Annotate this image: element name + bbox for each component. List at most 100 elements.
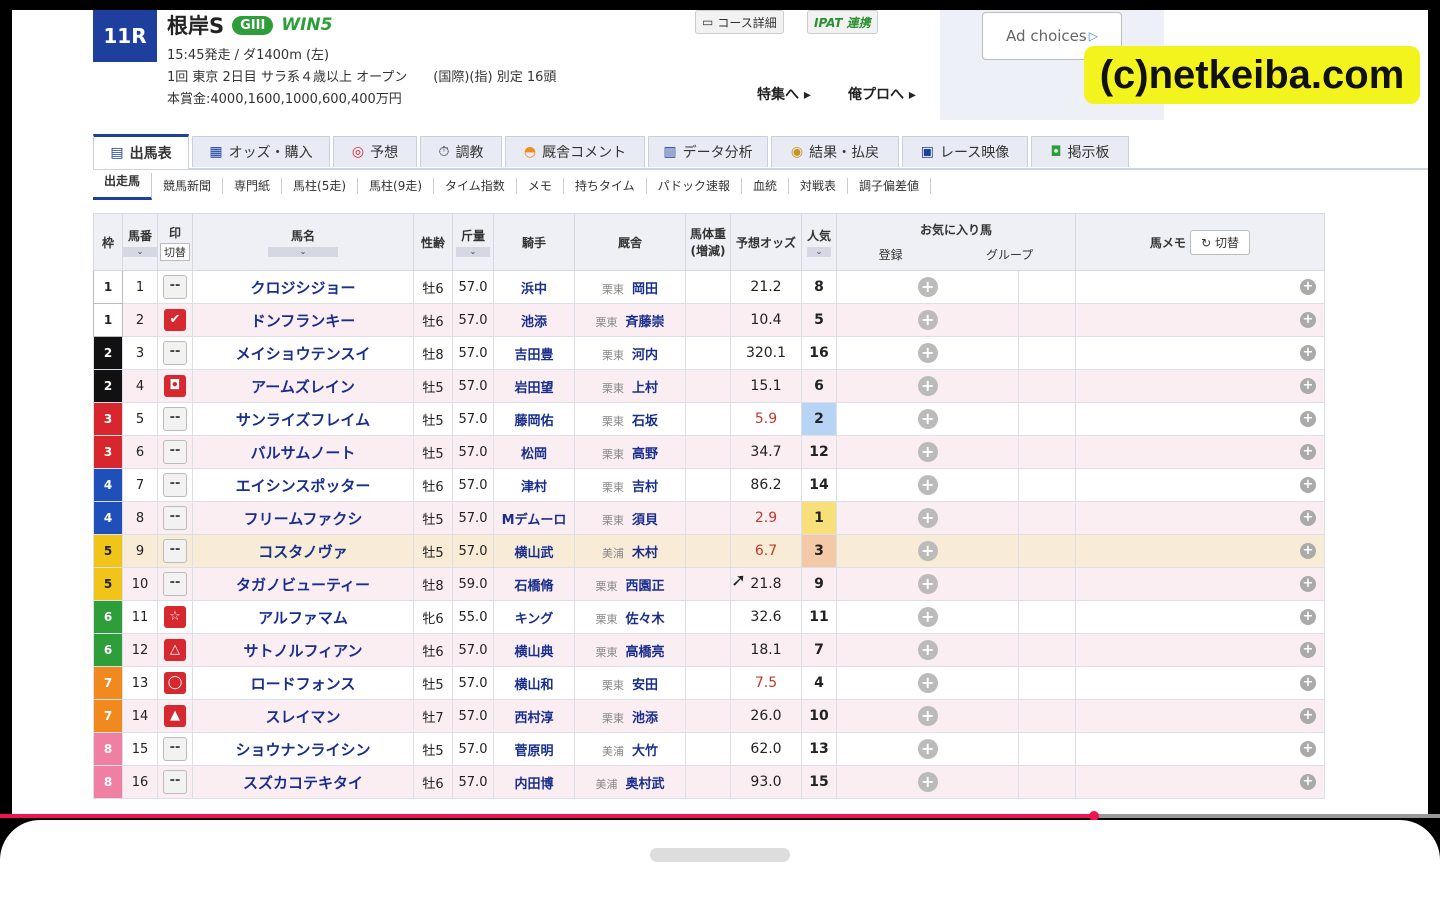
horse-name-link[interactable]: クロジシジョー — [192, 270, 414, 304]
subtab-specialist[interactable]: 専門紙 — [223, 178, 283, 194]
add-favorite-icon[interactable]: + — [917, 409, 938, 429]
add-favorite-icon[interactable]: + — [917, 277, 938, 297]
trainer-link[interactable]: 大竹 — [632, 744, 658, 759]
tab-training[interactable]: ⏱ 調教 — [420, 136, 502, 167]
mark-badge[interactable]: -- — [163, 440, 187, 464]
subtab-pedigree[interactable]: 血統 — [742, 178, 789, 194]
add-memo-icon[interactable]: + — [1300, 279, 1316, 295]
add-memo-icon[interactable]: + — [1300, 741, 1316, 757]
pro-link[interactable]: 俺プロへ ▸ — [848, 84, 916, 104]
jockey-link[interactable]: 吉田豊 — [493, 336, 575, 370]
mark-badge[interactable]: ◯ — [164, 672, 186, 694]
add-favorite-icon[interactable]: + — [917, 772, 938, 792]
add-memo-icon[interactable]: + — [1300, 345, 1316, 361]
header-weight[interactable]: 斤量 ⌄ — [452, 213, 494, 271]
horse-name-link[interactable]: サンライズフレイム — [192, 402, 414, 436]
trainer-link[interactable]: 吉村 — [632, 480, 658, 495]
mark-cell[interactable]: ▲ — [157, 699, 193, 733]
subtab-matchup[interactable]: 対戦表 — [789, 178, 848, 194]
horse-name-link[interactable]: フリームファクシ — [192, 501, 414, 535]
tab-odds[interactable]: ▦ オッズ・購入 — [192, 136, 330, 167]
jockey-link[interactable]: 浜中 — [493, 270, 575, 304]
add-memo-icon[interactable]: + — [1300, 642, 1316, 658]
mark-cell[interactable]: -- — [157, 732, 193, 766]
mark-cell[interactable]: -- — [157, 501, 193, 535]
trainer-link[interactable]: 岡田 — [632, 282, 658, 297]
horse-name-link[interactable]: メイショウテンスイ — [192, 336, 414, 370]
trainer-link[interactable]: 佐々木 — [625, 612, 664, 627]
add-favorite-icon[interactable]: + — [917, 541, 938, 561]
tab-data-analysis[interactable]: ▥ データ分析 — [648, 136, 768, 167]
sort-icon[interactable]: ⌄ — [268, 247, 338, 257]
subtab-memo[interactable]: メモ — [517, 178, 564, 194]
mark-cell[interactable]: -- — [157, 336, 193, 370]
add-favorite-icon[interactable]: + — [917, 673, 938, 693]
jockey-link[interactable]: Mデムーロ — [493, 501, 575, 535]
mark-badge[interactable]: -- — [163, 572, 187, 596]
add-favorite-icon[interactable]: + — [917, 640, 938, 660]
sort-icon[interactable]: ⌄ — [456, 247, 490, 257]
horse-name-link[interactable]: ロードフォンス — [192, 666, 414, 700]
trainer-link[interactable]: 河内 — [632, 348, 658, 363]
subtab-newspaper[interactable]: 競馬新聞 — [152, 178, 224, 194]
add-favorite-icon[interactable]: + — [917, 376, 938, 396]
mark-cell[interactable]: ☆ — [157, 600, 193, 634]
mark-cell[interactable]: ◯ — [157, 666, 193, 700]
jockey-link[interactable]: 横山典 — [493, 633, 575, 667]
mark-badge[interactable]: ☆ — [164, 606, 186, 628]
mark-badge[interactable]: -- — [163, 770, 187, 794]
horse-name-link[interactable]: ドンフランキー — [192, 303, 414, 337]
add-memo-icon[interactable]: + — [1300, 675, 1316, 691]
sort-icon[interactable]: ⌄ — [807, 247, 831, 257]
video-progress-bar[interactable] — [0, 811, 1440, 821]
tab-race-video[interactable]: ▣ レース映像 — [902, 136, 1028, 167]
mark-badge[interactable]: -- — [163, 407, 187, 431]
add-favorite-icon[interactable]: + — [917, 706, 938, 726]
mark-badge[interactable]: ▲ — [164, 705, 186, 727]
mark-cell[interactable]: -- — [157, 765, 193, 799]
trainer-link[interactable]: 斉藤崇 — [625, 315, 664, 330]
tab-prediction[interactable]: ◎ 予想 — [333, 136, 417, 167]
mark-badge[interactable]: -- — [163, 341, 187, 365]
add-favorite-icon[interactable]: + — [917, 508, 938, 528]
ipat-link-button[interactable]: IPAT 連携 — [807, 10, 878, 34]
add-memo-icon[interactable]: + — [1300, 378, 1316, 394]
subtab-past9[interactable]: 馬柱(9走) — [358, 178, 435, 194]
trainer-link[interactable]: 須貝 — [632, 513, 658, 528]
jockey-link[interactable]: 横山武 — [493, 534, 575, 568]
header-name[interactable]: 馬名 ⌄ — [192, 213, 414, 271]
add-memo-icon[interactable]: + — [1300, 609, 1316, 625]
tab-entries[interactable]: ▤ 出馬表 — [93, 134, 189, 169]
course-detail-button[interactable]: ▭ コース詳細 — [695, 10, 784, 34]
add-memo-icon[interactable]: + — [1300, 477, 1316, 493]
mark-cell[interactable]: ✔ — [157, 303, 193, 337]
add-memo-icon[interactable]: + — [1300, 774, 1316, 790]
memo-toggle-button[interactable]: ↻ 切替 — [1190, 229, 1251, 255]
tab-board[interactable]: ◘ 掲示板 — [1031, 136, 1129, 167]
jockey-link[interactable]: 池添 — [493, 303, 575, 337]
mark-cell[interactable]: ◘ — [157, 369, 193, 403]
horse-name-link[interactable]: サトノルフィアン — [192, 633, 414, 667]
mark-badge[interactable]: -- — [163, 275, 187, 299]
horse-name-link[interactable]: スレイマン — [192, 699, 414, 733]
jockey-link[interactable]: 石橋脩 — [493, 567, 575, 601]
special-feature-link[interactable]: 特集へ ▸ — [757, 84, 811, 104]
jockey-link[interactable]: 菅原明 — [493, 732, 575, 766]
add-favorite-icon[interactable]: + — [917, 310, 938, 330]
tab-stable-comment[interactable]: ◓ 厩舎コメント — [505, 136, 645, 167]
mark-badge[interactable]: △ — [164, 639, 186, 661]
add-memo-icon[interactable]: + — [1300, 543, 1316, 559]
mark-toggle-button[interactable]: 切替 — [160, 242, 190, 261]
mark-badge[interactable]: -- — [163, 737, 187, 761]
mark-cell[interactable]: -- — [157, 534, 193, 568]
subtab-entries[interactable]: 出走馬 — [93, 172, 153, 200]
subtab-time-index[interactable]: タイム指数 — [434, 178, 517, 194]
horse-name-link[interactable]: タガノビューティー — [192, 567, 414, 601]
trainer-link[interactable]: 西園正 — [625, 579, 664, 594]
horse-name-link[interactable]: エイシンスポッター — [192, 468, 414, 502]
subtab-best-time[interactable]: 持ちタイム — [564, 178, 647, 194]
trainer-link[interactable]: 上村 — [632, 381, 658, 396]
add-memo-icon[interactable]: + — [1300, 576, 1316, 592]
add-memo-icon[interactable]: + — [1300, 510, 1316, 526]
add-favorite-icon[interactable]: + — [917, 475, 938, 495]
